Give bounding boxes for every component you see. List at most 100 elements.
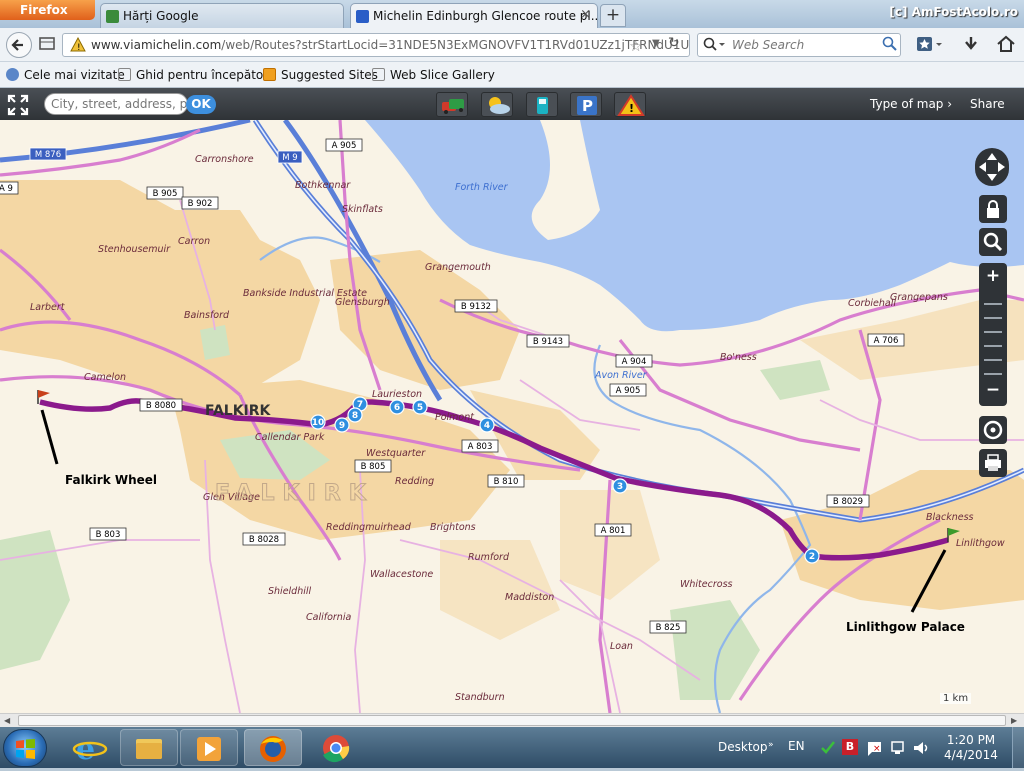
route-waypoint[interactable]: 9 (334, 417, 350, 433)
taskbar-chrome[interactable] (308, 729, 366, 766)
navigation-bar: ! www.viamichelin.com/web/Routes?strStar… (0, 28, 1024, 62)
place-label: Stenhousemuir (98, 244, 171, 255)
search-map-button[interactable] (979, 228, 1007, 256)
zoom-out-icon[interactable]: − (979, 377, 1007, 403)
zoom-control[interactable]: + − (979, 263, 1007, 406)
svg-text:B 825: B 825 (656, 623, 681, 633)
svg-text:B 902: B 902 (188, 199, 213, 209)
route-waypoint[interactable]: 4 (479, 417, 495, 433)
tray-antivirus-icon[interactable]: B (842, 739, 858, 755)
bookmark-web-slice-gallery[interactable]: Web Slice Gallery (372, 68, 495, 82)
fullscreen-icon[interactable] (7, 94, 29, 119)
taskbar-firefox[interactable] (244, 729, 302, 766)
place-label: Bainsford (184, 310, 230, 321)
scroll-left-icon[interactable]: ◀ (4, 716, 10, 725)
place-label: Camelon (84, 372, 126, 383)
locate-button[interactable] (979, 416, 1007, 444)
map-search-ok-button[interactable]: OK (186, 95, 216, 114)
home-button[interactable] (995, 34, 1017, 56)
system-clock[interactable]: 1:20 PM 4/4/2014 (938, 733, 1004, 763)
scroll-right-icon[interactable]: ▶ (1011, 716, 1017, 725)
reload-icon[interactable]: ↻ (668, 35, 680, 51)
print-button[interactable] (979, 449, 1007, 477)
url-dropdown-icon[interactable]: ▼ (652, 38, 660, 49)
url-path: /web/Routes?strStartLocid=31NDE5N3ExMGNO… (221, 38, 690, 52)
bookmark-most-visited[interactable]: Cele mai vizitate (6, 68, 125, 82)
tab-google-maps[interactable]: Hărți Google (100, 3, 344, 28)
map-search-input[interactable]: City, street, address, pos (44, 93, 188, 115)
bookmark-getting-started[interactable]: Ghid pentru începători (118, 68, 272, 82)
type-of-map-button[interactable]: Type of map › (870, 97, 952, 111)
google-maps-icon (106, 10, 119, 23)
fuel-layer-button[interactable] (526, 92, 558, 117)
road-shield: B 9132 (454, 299, 498, 313)
route-waypoint[interactable]: 2 (804, 548, 820, 564)
close-tab-icon[interactable]: × (580, 7, 591, 22)
tray-volume-icon[interactable] (912, 739, 930, 760)
app-tabs-button[interactable] (36, 34, 58, 56)
magnifier-icon (983, 232, 1003, 252)
page-icon (372, 68, 385, 81)
start-button[interactable] (3, 729, 47, 767)
scroll-thumb[interactable] (18, 715, 1006, 726)
place-label: Grangepans (890, 292, 948, 303)
place-label: Avon River (594, 370, 648, 381)
language-indicator[interactable]: EN (788, 739, 805, 753)
place-label: FALKIRK (205, 403, 272, 419)
site-identity-icon[interactable]: ! (70, 36, 86, 56)
share-button[interactable]: Share (970, 97, 1005, 111)
svg-text:M 876: M 876 (35, 150, 61, 160)
tray-network-icon[interactable] (890, 739, 908, 760)
windows-taskbar: e Desktop » EN B × 1:20 PM 4/4/2014 (0, 727, 1024, 768)
route-waypoint[interactable]: 3 (612, 478, 628, 494)
road-shield: B 825 (649, 620, 687, 634)
taskbar-media-player[interactable] (180, 729, 238, 766)
place-label: Polmont (435, 412, 475, 423)
search-go-icon[interactable] (882, 36, 898, 55)
web-search-input[interactable]: Web Search (697, 33, 901, 57)
url-bar[interactable]: ! www.viamichelin.com/web/Routes?strStar… (62, 33, 690, 57)
warning-layer-button[interactable]: ! (614, 92, 646, 117)
toolbar-expand-icon[interactable]: » (768, 740, 774, 750)
route-waypoint[interactable]: 6 (389, 399, 405, 415)
road-shield: M 876 (29, 147, 67, 161)
desktop-toolbar-label[interactable]: Desktop (718, 740, 768, 754)
zoom-in-icon[interactable]: + (979, 263, 1007, 289)
firefox-menu-button[interactable]: Firefox (0, 0, 95, 20)
show-desktop-button[interactable] (1012, 727, 1024, 768)
traffic-layer-button[interactable] (436, 92, 468, 117)
place-label: Westquarter (366, 448, 426, 459)
bookmark-star-icon[interactable]: ☆ (629, 37, 642, 55)
pan-arrows-icon (979, 153, 1005, 181)
svg-text:5: 5 (417, 403, 423, 413)
zoom-slider[interactable] (984, 291, 1002, 375)
downloads-button[interactable] (960, 34, 982, 56)
pan-control[interactable] (975, 148, 1009, 186)
place-label: Whitecross (680, 579, 733, 590)
route-waypoint[interactable]: 8 (347, 407, 363, 423)
search-engine-icon[interactable] (703, 37, 725, 56)
taskbar-ie[interactable]: e (62, 729, 120, 767)
warning-icon: ! (617, 94, 645, 116)
taskbar-file-explorer[interactable] (120, 729, 178, 766)
place-label: Standburn (455, 692, 505, 703)
route-map[interactable]: 2 3 4 5 6 7 8 9 10 Carronshore Stenhousemuir Larbe… (0, 120, 1024, 713)
bookmark-suggested-sites[interactable]: Suggested Sites (263, 68, 378, 82)
horizontal-scrollbar[interactable]: ◀ ▶ (0, 713, 1024, 727)
svg-text:A 803: A 803 (468, 442, 493, 452)
bookmarks-menu-button[interactable] (914, 34, 946, 56)
parking-layer-button[interactable]: P (570, 92, 602, 117)
chevron-right-icon: › (947, 97, 953, 111)
weather-layer-button[interactable] (481, 92, 513, 117)
tab-michelin[interactable]: Michelin Edinburgh Glencoe route pl... × (350, 3, 598, 28)
tray-security-icon[interactable] (820, 740, 836, 759)
end-annotation-label: Linlithgow Palace (846, 620, 965, 634)
route-waypoint[interactable]: 5 (412, 399, 428, 415)
clock-date: 4/4/2014 (944, 748, 998, 762)
tray-action-center-icon[interactable]: × (866, 739, 884, 760)
new-tab-button[interactable]: + (600, 4, 626, 27)
route-waypoint[interactable]: 10 (310, 414, 326, 430)
back-button[interactable] (6, 32, 32, 58)
type-of-map-label: Type of map (870, 97, 944, 111)
lock-map-button[interactable] (979, 195, 1007, 223)
